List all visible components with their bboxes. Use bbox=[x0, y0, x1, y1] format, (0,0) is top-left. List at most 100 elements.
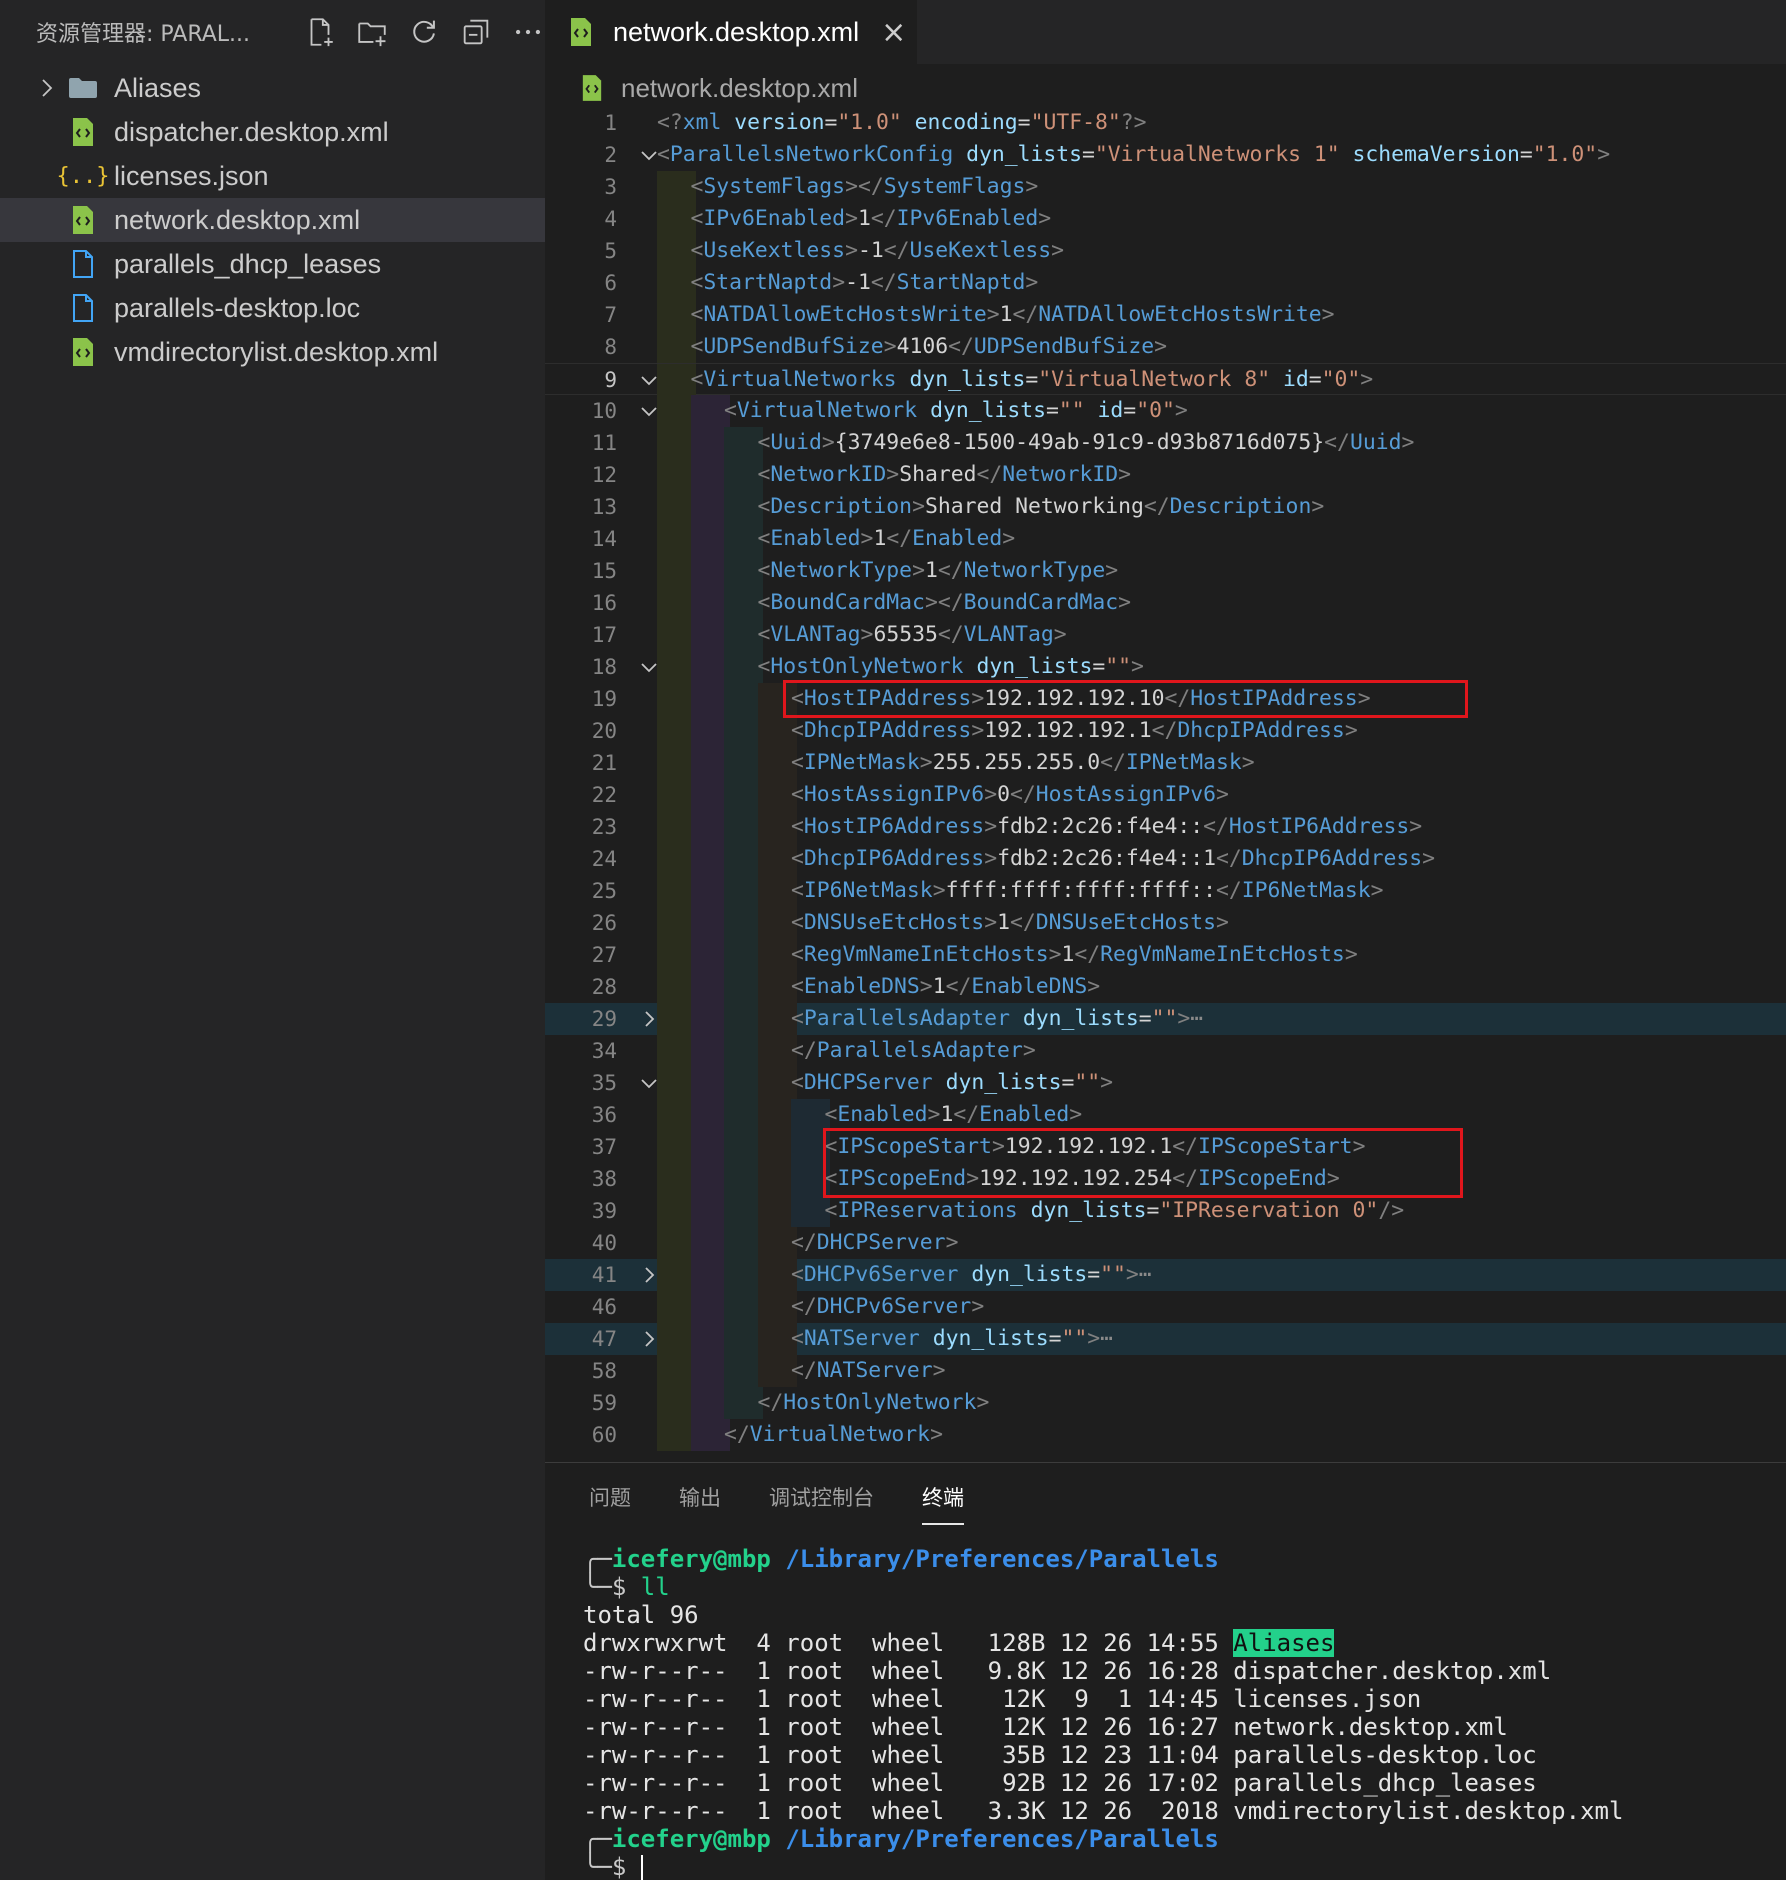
code-line[interactable]: 37 <IPScopeStart>192.192.192.1</IPScopeSt… bbox=[545, 1131, 1786, 1163]
code-line[interactable]: 14 <Enabled>1</Enabled> bbox=[545, 523, 1786, 555]
code-token: IPScopeStart bbox=[1198, 1134, 1353, 1159]
code-line[interactable]: 47 <NATServer dyn_lists="">⋯ bbox=[545, 1323, 1786, 1355]
line-number: 2 bbox=[604, 143, 617, 167]
code-line[interactable]: 29 <ParallelsAdapter dyn_lists="">⋯ bbox=[545, 1003, 1786, 1035]
code-line[interactable]: 26 <DNSUseEtcHosts>1</DNSUseEtcHosts> bbox=[545, 907, 1786, 939]
code-line[interactable]: 5 <UseKextless>-1</UseKextless> bbox=[545, 235, 1786, 267]
code-line[interactable]: 3 <SystemFlags></SystemFlags> bbox=[545, 171, 1786, 203]
code-line[interactable]: 17 <VLANTag>65535</VLANTag> bbox=[545, 619, 1786, 651]
tab-problems[interactable]: 问题 bbox=[589, 1463, 631, 1533]
code-line[interactable]: 40 </DHCPServer> bbox=[545, 1227, 1786, 1259]
code-token: > bbox=[966, 1166, 980, 1191]
code-token: < bbox=[690, 174, 704, 199]
code-token: "" bbox=[1151, 1006, 1178, 1031]
code-line[interactable]: 58 </NATServer> bbox=[545, 1355, 1786, 1387]
code-token: HostAssignIPv6 bbox=[1035, 782, 1217, 807]
code-line[interactable]: 7 <NATDAllowEtcHostsWrite>1</NATDAllowEtc… bbox=[545, 299, 1786, 331]
folder-icon bbox=[66, 71, 100, 105]
code-line[interactable]: 8 <UDPSendBufSize>4106</UDPSendBufSize> bbox=[545, 331, 1786, 363]
code-line[interactable]: 6 <StartNaptd>-1</StartNaptd> bbox=[545, 267, 1786, 299]
ellipsis-icon[interactable]: ⋯ bbox=[1190, 1006, 1203, 1031]
tree-item-network-desktop-xml[interactable]: network.desktop.xml bbox=[0, 198, 545, 242]
code-line[interactable]: 1 <?xml version="1.0" encoding="UTF-8"?> bbox=[545, 107, 1786, 139]
tree-item-label: vmdirectorylist.desktop.xml bbox=[114, 336, 439, 367]
line-number: 7 bbox=[604, 303, 617, 327]
code-line[interactable]: 46 </DHCPv6Server> bbox=[545, 1291, 1786, 1323]
code-line[interactable]: 39 <IPReservations dyn_lists="IPReservati… bbox=[545, 1195, 1786, 1227]
code-line[interactable]: 28 <EnableDNS>1</EnableDNS> bbox=[545, 971, 1786, 1003]
code-line[interactable]: 15 <NetworkType>1</NetworkType> bbox=[545, 555, 1786, 587]
code-line[interactable]: 35 <DHCPServer dyn_lists=""> bbox=[545, 1067, 1786, 1099]
code-token: > bbox=[1154, 334, 1168, 359]
more-icon[interactable] bbox=[511, 15, 545, 49]
code-line[interactable]: 59 </HostOnlyNetwork> bbox=[545, 1387, 1786, 1419]
terminal[interactable]: ╭─icefery@mbp /Library/Preferences/Paral… bbox=[583, 1545, 1623, 1880]
code-line[interactable]: 21 <IPNetMask>255.255.255.0</IPNetMask> bbox=[545, 747, 1786, 779]
line-number: 15 bbox=[591, 559, 617, 583]
code-token: < bbox=[824, 1102, 838, 1127]
code-line[interactable]: 9 <VirtualNetworks dyn_lists="VirtualNetw… bbox=[545, 363, 1786, 396]
code-text: <NATServer dyn_lists="">⋯ bbox=[791, 1323, 1113, 1355]
ellipsis-icon[interactable]: ⋯ bbox=[1139, 1262, 1152, 1287]
code-line[interactable]: 27 <RegVmNameInEtcHosts>1</RegVmNameInEtc… bbox=[545, 939, 1786, 971]
tree-item-parallels-desktop-loc[interactable]: parallels-desktop.loc bbox=[0, 286, 545, 330]
tree-item-aliases[interactable]: Aliases bbox=[0, 66, 545, 110]
ellipsis-icon[interactable]: ⋯ bbox=[1100, 1326, 1113, 1351]
code-line[interactable]: 18 <HostOnlyNetwork dyn_lists=""> bbox=[545, 651, 1786, 683]
code-line[interactable]: 36 <Enabled>1</Enabled> bbox=[545, 1099, 1786, 1131]
xml-file-icon bbox=[569, 17, 593, 47]
code-line[interactable]: 20 <DhcpIPAddress>192.192.192.1</DhcpIPAd… bbox=[545, 715, 1786, 747]
code-text: <DhcpIP6Address>fdb2:2c26:f4e4::1</DhcpI… bbox=[791, 843, 1435, 875]
code-token: < bbox=[791, 1070, 804, 1095]
code-token: > bbox=[1422, 846, 1435, 871]
new-folder-icon[interactable] bbox=[355, 15, 389, 49]
close-icon[interactable]: × bbox=[881, 15, 906, 50]
code-token: </ bbox=[791, 1230, 817, 1255]
code-line[interactable]: 22 <HostAssignIPv6>0</HostAssignIPv6> bbox=[545, 779, 1786, 811]
code-token: dyn_lists bbox=[930, 398, 1046, 423]
code-token: > bbox=[883, 334, 897, 359]
code-line[interactable]: 2 <ParallelsNetworkConfig dyn_lists="Virt… bbox=[545, 139, 1786, 171]
code-token: > bbox=[1100, 1070, 1114, 1095]
tree-item-vmdirectorylist-desktop-xml[interactable]: vmdirectorylist.desktop.xml bbox=[0, 330, 545, 374]
breadcrumb-file[interactable]: network.desktop.xml bbox=[621, 73, 858, 104]
code-line[interactable]: 23 <HostIP6Address>fdb2:2c26:f4e4::</Host… bbox=[545, 811, 1786, 843]
chevron-right-icon[interactable] bbox=[32, 77, 62, 99]
code-line[interactable]: 24 <DhcpIP6Address>fdb2:2c26:f4e4::1</Dhc… bbox=[545, 843, 1786, 875]
code-line[interactable]: 25 <IP6NetMask>ffff:ffff:ffff:ffff::</IP6… bbox=[545, 875, 1786, 907]
code-token: "0" bbox=[1136, 398, 1175, 423]
tree-item-licenses-json[interactable]: {..} licenses.json bbox=[0, 154, 545, 198]
code-token: dyn_lists bbox=[909, 367, 1026, 392]
code-line[interactable]: 60 </VirtualNetwork> bbox=[545, 1419, 1786, 1451]
code-editor[interactable]: 1 <?xml version="1.0" encoding="UTF-8"?> 2… bbox=[545, 107, 1786, 1462]
tree-item-dispatcher-desktop-xml[interactable]: dispatcher.desktop.xml bbox=[0, 110, 545, 154]
code-token: < bbox=[690, 302, 704, 327]
code-line[interactable]: 34 </ParallelsAdapter> bbox=[545, 1035, 1786, 1067]
code-token: > bbox=[1174, 398, 1188, 423]
code-token: > bbox=[1087, 1326, 1101, 1351]
ls-links: 1 bbox=[727, 1741, 771, 1769]
code-line[interactable]: 12 <NetworkID>Shared</NetworkID> bbox=[545, 459, 1786, 491]
code-line[interactable]: 41 <DHCPv6Server dyn_lists="">⋯ bbox=[545, 1259, 1786, 1291]
tab-debug-console[interactable]: 调试控制台 bbox=[769, 1463, 874, 1533]
code-token: DNSUseEtcHosts bbox=[803, 910, 985, 935]
tab-terminal[interactable]: 终端 bbox=[922, 1463, 964, 1533]
code-line[interactable]: 4 <IPv6Enabled>1</IPv6Enabled> bbox=[545, 203, 1786, 235]
code-line[interactable]: 10 <VirtualNetwork dyn_lists="" id="0"> bbox=[545, 395, 1786, 427]
code-line[interactable]: 11 <Uuid>{3749e6e8-1500-49ab-91c9-d93b871… bbox=[545, 427, 1786, 459]
code-token: = bbox=[1146, 1198, 1160, 1223]
code-token: < bbox=[757, 494, 771, 519]
code-token: HostOnlyNetwork bbox=[783, 1390, 977, 1415]
new-file-icon[interactable] bbox=[303, 15, 337, 49]
code-line[interactable]: 13 <Description>Shared Networking</Descri… bbox=[545, 491, 1786, 523]
tab-output[interactable]: 输出 bbox=[679, 1463, 721, 1533]
code-line[interactable]: 38 <IPScopeEnd>192.192.192.254</IPScopeEn… bbox=[545, 1163, 1786, 1195]
tab-network-desktop-xml[interactable]: network.desktop.xml × bbox=[545, 0, 917, 64]
refresh-icon[interactable] bbox=[407, 15, 441, 49]
line-number: 29 bbox=[591, 1007, 617, 1031]
code-line[interactable]: 19 <HostIPAddress>192.192.192.10</HostIPA… bbox=[545, 683, 1786, 715]
code-token: HostOnlyNetwork bbox=[770, 654, 964, 679]
code-line[interactable]: 16 <BoundCardMac></BoundCardMac> bbox=[545, 587, 1786, 619]
tree-item-parallels-dhcp-leases[interactable]: parallels_dhcp_leases bbox=[0, 242, 545, 286]
collapse-all-icon[interactable] bbox=[459, 15, 493, 49]
